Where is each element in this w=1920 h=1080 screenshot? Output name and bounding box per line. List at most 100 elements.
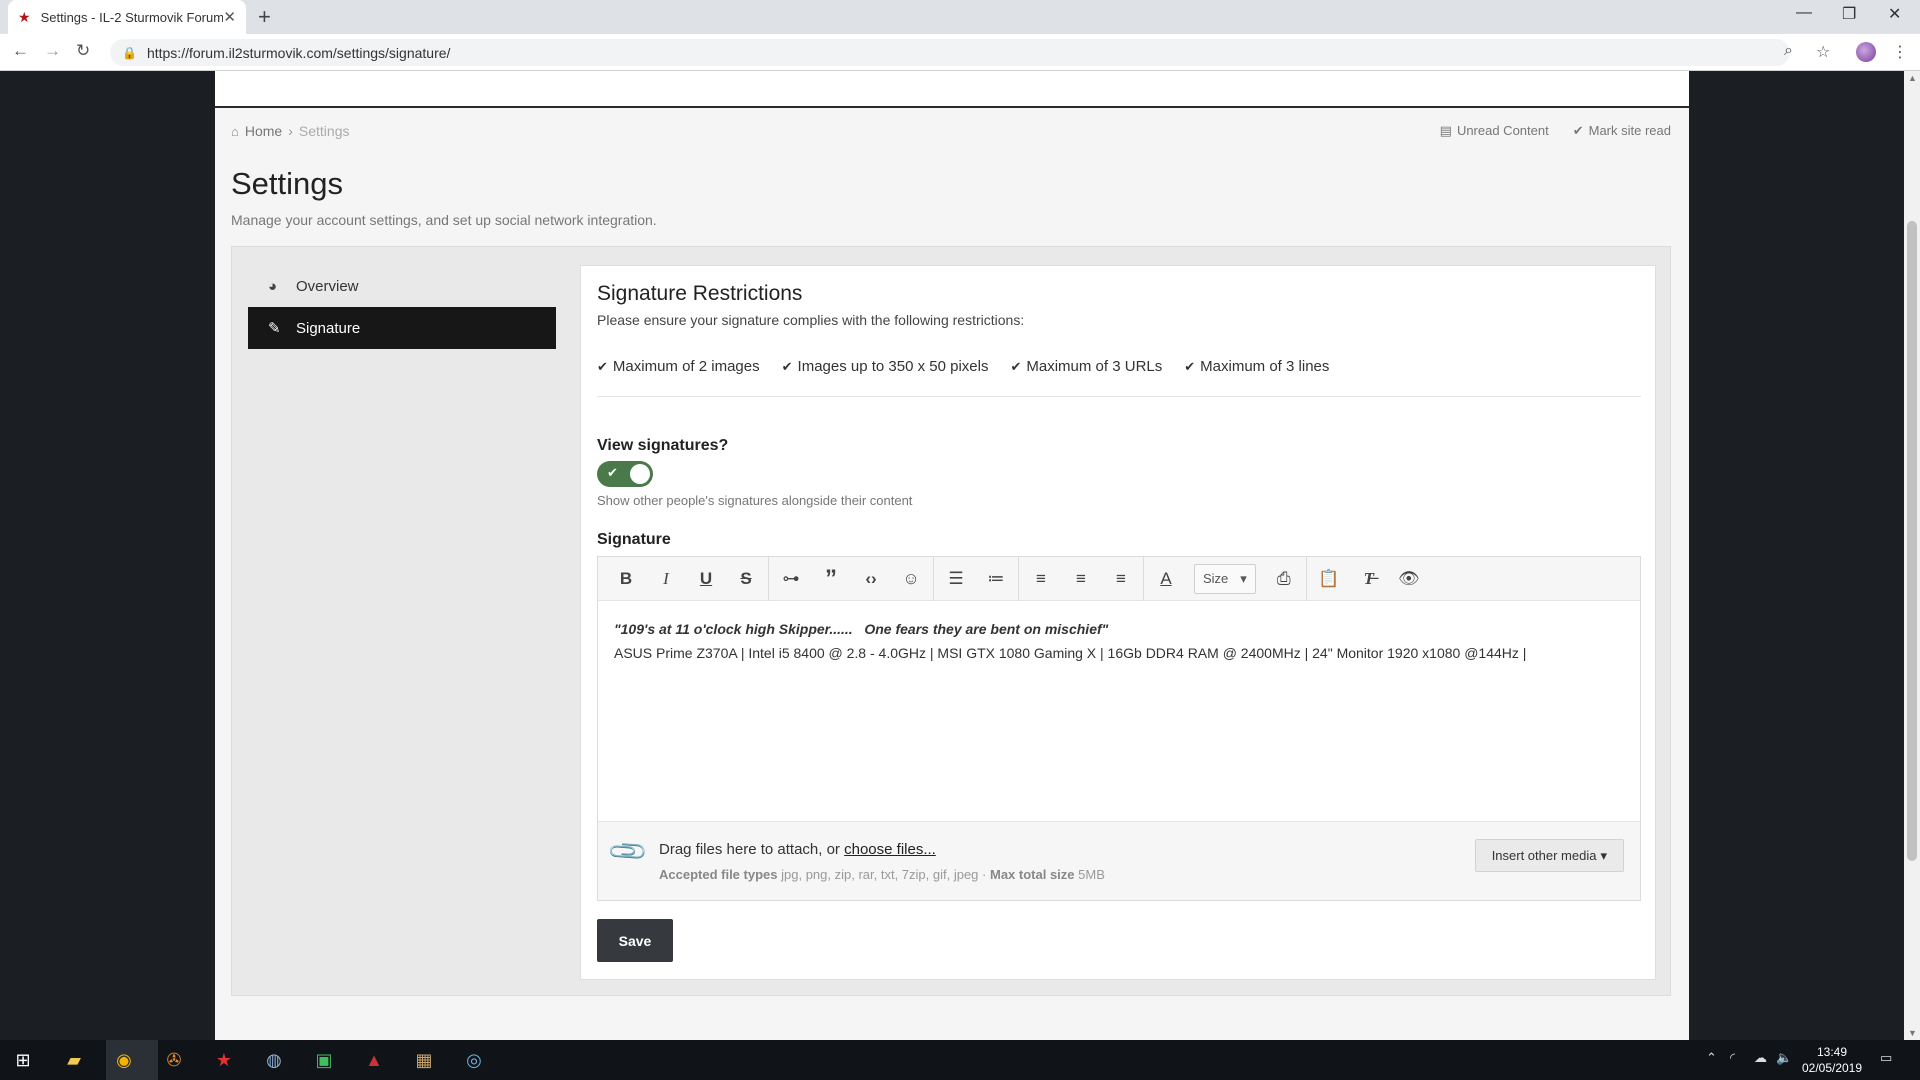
taskbar-clock[interactable]: 13:49 02/05/2019 (1788, 1044, 1876, 1076)
italic-icon[interactable]: I (646, 564, 686, 594)
attach-restrictions: Accepted file types jpg, png, zip, rar, … (659, 867, 1105, 882)
underline-icon[interactable]: U (686, 564, 726, 594)
settings-container: ◕ Overview ✎ Signature Signature Restric… (231, 246, 1671, 996)
align-center-icon[interactable]: ≡ (1061, 564, 1101, 594)
url-field[interactable]: 🔒 https://forum.il2sturmovik.com/setting… (110, 39, 1790, 66)
bookmark-star-icon[interactable]: ☆ (1816, 42, 1830, 62)
clock-date: 02/05/2019 (1801, 1061, 1863, 1075)
drag-text: Drag files here to attach, or (659, 841, 840, 858)
breadcrumb: ⌂ Home › Settings (231, 123, 349, 139)
restore-icon[interactable]: ❐ (1842, 4, 1856, 24)
close-window-icon[interactable]: ✕ (1888, 4, 1901, 24)
scroll-down-icon[interactable]: ▼ (1908, 1028, 1917, 1038)
profile-avatar[interactable] (1856, 42, 1876, 62)
text-color-icon[interactable]: A (1146, 564, 1186, 594)
page-scrollbar[interactable]: ▲ ▼ (1904, 71, 1920, 1040)
restriction-item: ✔ Maximum of 2 images (597, 358, 760, 375)
signature-line-quote: "109's at 11 o'clock high Skipper...... … (614, 621, 1109, 637)
restriction-item: ✔ Images up to 350 x 50 pixels (782, 358, 989, 375)
max-size-label: Max total size (990, 867, 1075, 882)
bulleted-list-icon[interactable]: ☰ (936, 564, 976, 594)
eye-icon[interactable]: 👁 (1389, 564, 1429, 594)
scroll-up-icon[interactable]: ▲ (1908, 73, 1917, 83)
minimize-icon[interactable]: — (1796, 4, 1812, 22)
home-icon: ⌂ (231, 123, 239, 139)
back-icon[interactable]: ← (12, 41, 29, 61)
il2-game-icon[interactable]: ★ (211, 1047, 237, 1073)
close-tab-icon[interactable]: ✕ (223, 8, 236, 26)
signature-panel: Signature Restrictions Please ensure you… (580, 265, 1656, 980)
save-button[interactable]: Save (597, 919, 673, 962)
top-links: ▤ Unread Content ✔ Mark site read (1440, 123, 1671, 139)
editor-toolbar: B I U S ⊶ ” ‹› ☺ ☰ ≔ ≡ ≡ ≡ A Size ▾ ⎙ 📋 … (598, 556, 1640, 601)
sidebar-item-signature[interactable]: ✎ Signature (248, 307, 556, 349)
paste-icon[interactable]: 📋 (1309, 564, 1349, 594)
strikethrough-icon[interactable]: S (726, 564, 766, 594)
windows-start-icon[interactable]: ⊞ (10, 1047, 36, 1073)
app-icon-3[interactable]: ▣ (311, 1047, 337, 1073)
restriction-text: Maximum of 3 lines (1200, 358, 1330, 375)
tray-chevron-icon[interactable]: ⌃ (1706, 1050, 1717, 1066)
unread-content-label: Unread Content (1456, 123, 1549, 138)
app-icon-4[interactable]: ▲ (361, 1047, 387, 1073)
zoom-icon[interactable]: ⌕ (1784, 42, 1793, 60)
app-icon-5[interactable]: ▦ (411, 1047, 437, 1073)
insert-other-media-button[interactable]: Insert other media ▾ (1474, 839, 1624, 872)
breadcrumb-current: Settings (298, 123, 350, 139)
restriction-text: Images up to 350 x 50 pixels (797, 358, 989, 375)
numbered-list-icon[interactable]: ≔ (976, 564, 1016, 594)
chrome-icon[interactable]: ◉ (111, 1047, 137, 1073)
check-icon: ✔ (781, 359, 793, 374)
scrollbar-thumb[interactable] (1907, 221, 1917, 861)
align-right-icon[interactable]: ≡ (1101, 564, 1141, 594)
divider (597, 396, 1641, 397)
lock-icon: 🔒 (122, 45, 137, 60)
breadcrumb-separator-icon: › (288, 123, 293, 139)
forward-icon[interactable]: → (44, 41, 61, 61)
mark-site-read-link[interactable]: ✔ Mark site read (1573, 123, 1671, 139)
font-size-label: Size (1203, 571, 1229, 586)
view-signatures-toggle[interactable]: ✔ (597, 461, 653, 487)
sidebar-item-overview[interactable]: ◕ Overview (248, 265, 556, 307)
choose-files-link[interactable]: choose files... (844, 841, 936, 858)
caret-down-icon: ▾ (1600, 847, 1607, 863)
check-icon: ✔ (1184, 359, 1196, 374)
notifications-icon[interactable]: ▭ (1880, 1050, 1892, 1066)
align-left-icon[interactable]: ≡ (1021, 564, 1061, 594)
new-tab-icon[interactable]: + (258, 4, 271, 30)
app-icon-2[interactable]: ◍ (261, 1047, 287, 1073)
restriction-item: ✔ Maximum of 3 URLs (1010, 358, 1162, 375)
unread-content-link[interactable]: ▤ Unread Content (1440, 123, 1549, 139)
file-explorer-icon[interactable]: ▰ (61, 1047, 87, 1073)
reload-icon[interactable]: ↻ (76, 41, 90, 61)
sidebar-item-label: Signature (296, 319, 361, 337)
restrictions-title: Signature Restrictions (597, 282, 803, 305)
signature-content[interactable]: "109's at 11 o'clock high Skipper...... … (598, 601, 1640, 821)
browser-tab[interactable]: ★ Settings - IL-2 Sturmovik Forum ✕ (8, 0, 246, 34)
bold-icon[interactable]: B (606, 564, 646, 594)
app-icon-6[interactable]: ◎ (461, 1047, 487, 1073)
emoji-icon[interactable]: ☺ (891, 564, 931, 594)
accepted-types-value: jpg, png, zip, rar, txt, 7zip, gif, jpeg (781, 867, 979, 882)
page-description: Manage your account settings, and set up… (231, 212, 657, 228)
mark-site-read-label: Mark site read (1588, 123, 1671, 138)
preview-document-icon[interactable]: ⎙ (1264, 564, 1304, 594)
check-icon: ✔ (1572, 123, 1584, 138)
page-title: Settings (231, 166, 344, 201)
caret-down-icon: ▾ (1240, 570, 1247, 586)
font-size-select[interactable]: Size ▾ (1194, 563, 1256, 594)
unread-icon: ▤ (1439, 123, 1452, 138)
onedrive-icon[interactable]: ☁ (1754, 1050, 1767, 1066)
remove-format-icon[interactable]: T̶ (1349, 564, 1389, 594)
breadcrumb-home[interactable]: Home (245, 123, 282, 139)
code-icon[interactable]: ‹› (851, 564, 891, 594)
menu-icon[interactable]: ⋮ (1892, 42, 1908, 62)
toolbar-separator (933, 556, 934, 601)
link-icon[interactable]: ⊶ (771, 564, 811, 594)
check-icon: ✔ (597, 359, 608, 374)
app-icon-1[interactable]: ✇ (161, 1047, 187, 1073)
accepted-types-label: Accepted file types (659, 867, 778, 882)
quote-icon[interactable]: ” (811, 564, 851, 594)
network-icon[interactable]: ◜ (1730, 1050, 1735, 1066)
attachment-dropzone[interactable]: 📎 Drag files here to attach, or choose f… (598, 821, 1640, 900)
